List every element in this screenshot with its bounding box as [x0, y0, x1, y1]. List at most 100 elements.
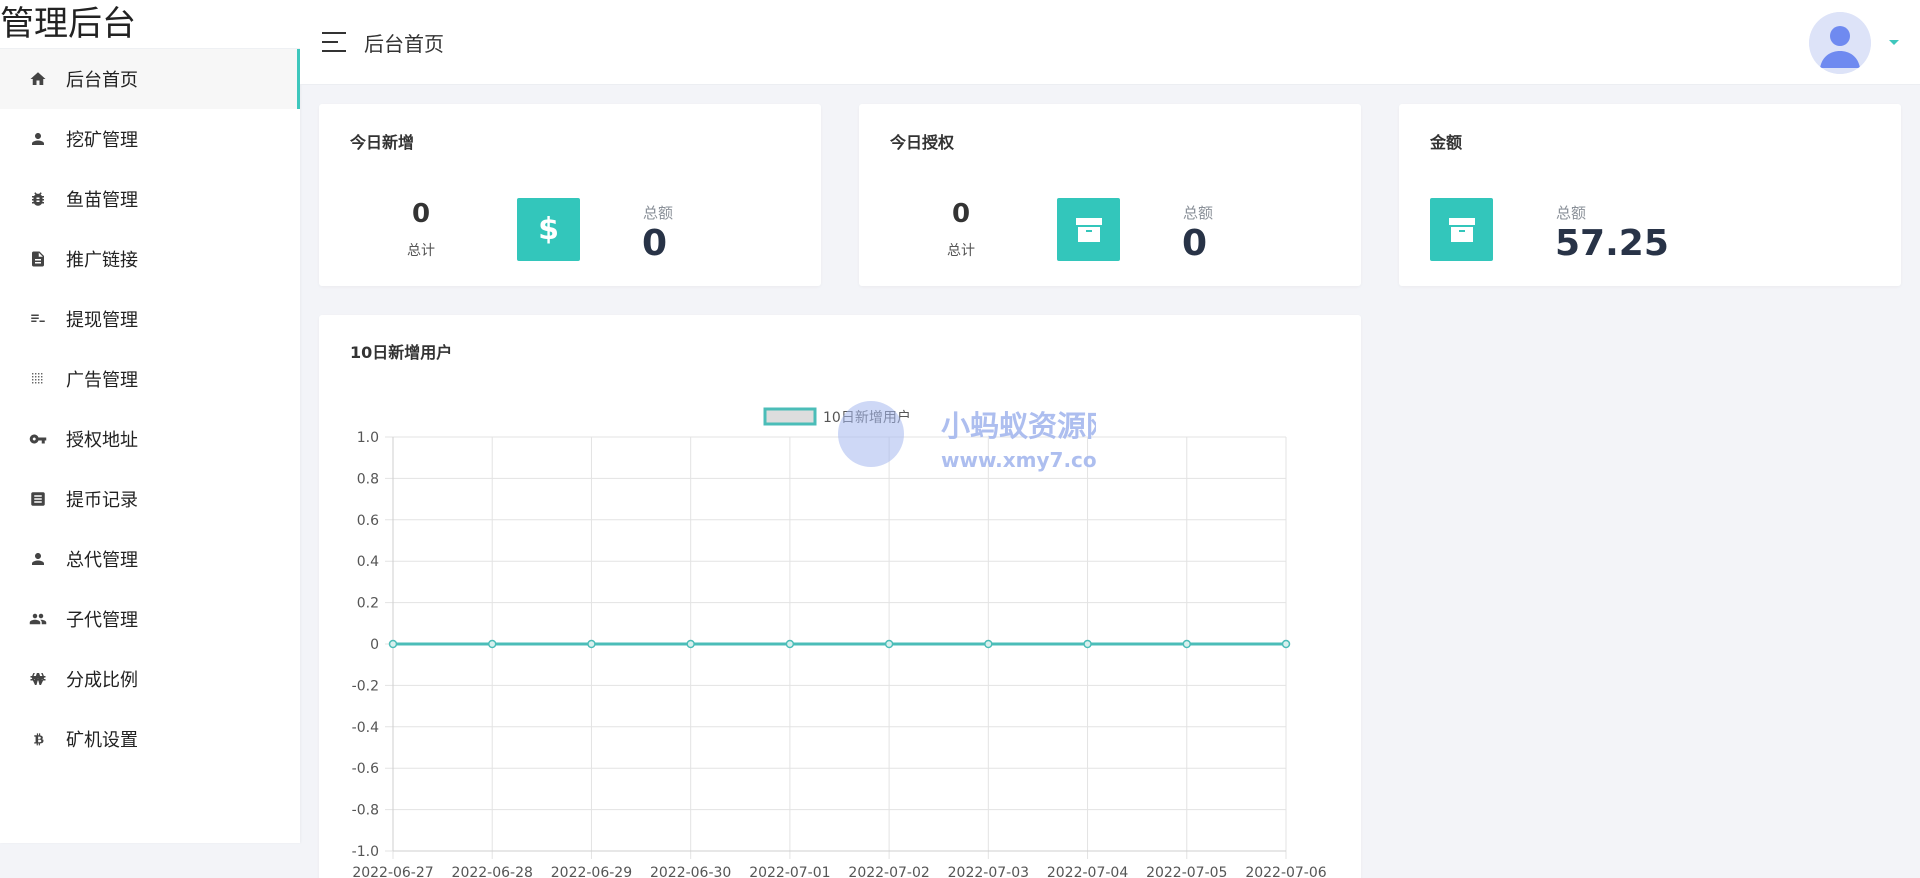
- person-icon: [28, 129, 48, 149]
- sidebar-item-label: 子代管理: [66, 610, 138, 631]
- user-avatar-icon: [1809, 12, 1871, 74]
- data-point: [388, 639, 398, 649]
- dollar-icon: $: [517, 198, 580, 261]
- home-icon: [28, 69, 48, 89]
- x-tick-label: 2022-07-01: [749, 865, 830, 878]
- bitcoin-icon: [28, 729, 48, 749]
- total-label: 总额: [1183, 204, 1214, 222]
- x-tick-label: 2022-06-28: [452, 865, 533, 878]
- sidebar-item-label: 挖矿管理: [66, 130, 138, 151]
- data-point: [1182, 639, 1192, 649]
- sidebar: 管理后台 后台首页 挖矿管理 鱼苗管理 推广链接 提现管理 广告管理 授权地址: [0, 0, 300, 843]
- card-amount: 金额 总额 57.25: [1399, 104, 1901, 286]
- total-value: 0: [642, 223, 668, 264]
- y-tick-label: 0.8: [357, 471, 379, 487]
- sidebar-item-label: 提现管理: [66, 310, 138, 331]
- y-tick-label: 0: [370, 637, 379, 653]
- card-title: 今日授权: [890, 133, 955, 152]
- sidebar-item-promo-link[interactable]: 推广链接: [0, 229, 300, 289]
- sidebar-item-auth-address[interactable]: 授权地址: [0, 409, 300, 469]
- y-tick-label: 1.0: [357, 430, 379, 446]
- page-title: 后台首页: [364, 31, 444, 56]
- sidebar-item-label: 矿机设置: [66, 730, 138, 751]
- data-point: [686, 639, 695, 649]
- y-tick-label: -1.0: [352, 844, 379, 860]
- sidebar-item-fry[interactable]: 鱼苗管理: [0, 169, 300, 229]
- y-tick-label: 0.4: [357, 554, 379, 570]
- total-value: 57.25: [1555, 223, 1669, 264]
- data-point: [487, 639, 497, 649]
- sidebar-item-label: 推广链接: [66, 250, 138, 271]
- data-point: [587, 639, 596, 649]
- sidebar-item-label: 鱼苗管理: [66, 190, 138, 211]
- total-label: 总额: [643, 204, 674, 222]
- y-tick-label: 0.6: [357, 513, 379, 529]
- sidebar-item-dashboard[interactable]: 后台首页: [0, 49, 300, 109]
- card-today-auth: 今日授权 0 总计 总额 0: [859, 104, 1361, 286]
- list-icon: [28, 309, 48, 329]
- card-title: 今日新增: [350, 133, 415, 152]
- sidebar-item-mining[interactable]: 挖矿管理: [0, 109, 300, 169]
- y-tick-label: -0.4: [352, 720, 379, 736]
- person-icon: [28, 549, 48, 569]
- y-tick-label: -0.2: [352, 678, 379, 694]
- watermark: 小蚂蚁资源网 www.xmy7.com: [838, 401, 1096, 472]
- card-title: 金额: [1430, 133, 1463, 152]
- sidebar-item-label: 总代管理: [66, 550, 138, 571]
- y-tick-label: -0.6: [352, 761, 379, 777]
- count-label: 总计: [407, 243, 435, 259]
- total-value: 0: [1182, 223, 1208, 264]
- grid-dots-icon: [28, 369, 48, 389]
- data-point: [884, 639, 894, 649]
- count-value: 0: [411, 199, 431, 229]
- data-point: [785, 639, 795, 649]
- data-point: [1083, 639, 1092, 649]
- won-icon: [28, 669, 48, 689]
- sidebar-item-miner-settings[interactable]: 矿机设置: [0, 709, 300, 769]
- sidebar-item-share-ratio[interactable]: 分成比例: [0, 649, 300, 709]
- sidebar-item-withdraw[interactable]: 提现管理: [0, 289, 300, 349]
- sidebar-item-label: 分成比例: [66, 670, 138, 691]
- data-point: [984, 639, 993, 649]
- sidebar-item-label: 提币记录: [66, 490, 138, 511]
- count-value: 0: [951, 199, 971, 229]
- sidebar-item-coin-records[interactable]: 提币记录: [0, 469, 300, 529]
- key-icon: [28, 429, 48, 449]
- card-today-new: 今日新增 0 总计 $ 总额 0: [319, 104, 821, 286]
- people-icon: [28, 609, 48, 629]
- x-tick-label: 2022-07-04: [1047, 865, 1128, 878]
- avatar[interactable]: [1809, 12, 1871, 74]
- x-tick-label: 2022-07-03: [948, 865, 1029, 878]
- watermark-logo-icon: [838, 401, 904, 467]
- sidebar-item-label: 广告管理: [66, 370, 138, 391]
- chevron-down-icon[interactable]: [1889, 40, 1899, 45]
- watermark-text: 小蚂蚁资源网: [941, 409, 1096, 443]
- sidebar-item-ads[interactable]: 广告管理: [0, 349, 300, 409]
- legend-swatch: [763, 407, 817, 426]
- sidebar-item-general-agent[interactable]: 总代管理: [0, 529, 300, 589]
- total-label: 总额: [1556, 204, 1587, 222]
- document-icon: [28, 249, 48, 269]
- sidebar-item-sub-agent[interactable]: 子代管理: [0, 589, 300, 649]
- sidebar-item-label: 后台首页: [66, 70, 138, 91]
- top-header: 后台首页: [300, 0, 1920, 85]
- archive-icon: [1057, 198, 1120, 261]
- x-tick-label: 2022-06-27: [352, 865, 433, 878]
- x-tick-label: 2022-07-05: [1146, 865, 1227, 878]
- y-tick-label: -0.8: [352, 803, 379, 819]
- receipt-icon: [28, 489, 48, 509]
- sidebar-nav: 后台首页 挖矿管理 鱼苗管理 推广链接 提现管理 广告管理 授权地址 提币记录: [0, 49, 300, 769]
- x-tick-label: 2022-06-30: [650, 865, 731, 878]
- y-tick-label: 0.2: [357, 596, 379, 612]
- data-point: [1281, 639, 1291, 649]
- sidebar-item-label: 授权地址: [66, 430, 138, 451]
- bug-icon: [28, 189, 48, 209]
- brand-title: 管理后台: [0, 0, 300, 49]
- x-tick-label: 2022-07-02: [848, 865, 929, 878]
- watermark-url: www.xmy7.com: [941, 448, 1096, 472]
- menu-toggle-icon[interactable]: [322, 32, 348, 52]
- x-tick-label: 2022-06-29: [551, 865, 632, 878]
- x-tick-label: 2022-07-06: [1245, 865, 1326, 878]
- count-label: 总计: [947, 243, 975, 259]
- archive-icon: [1430, 198, 1493, 261]
